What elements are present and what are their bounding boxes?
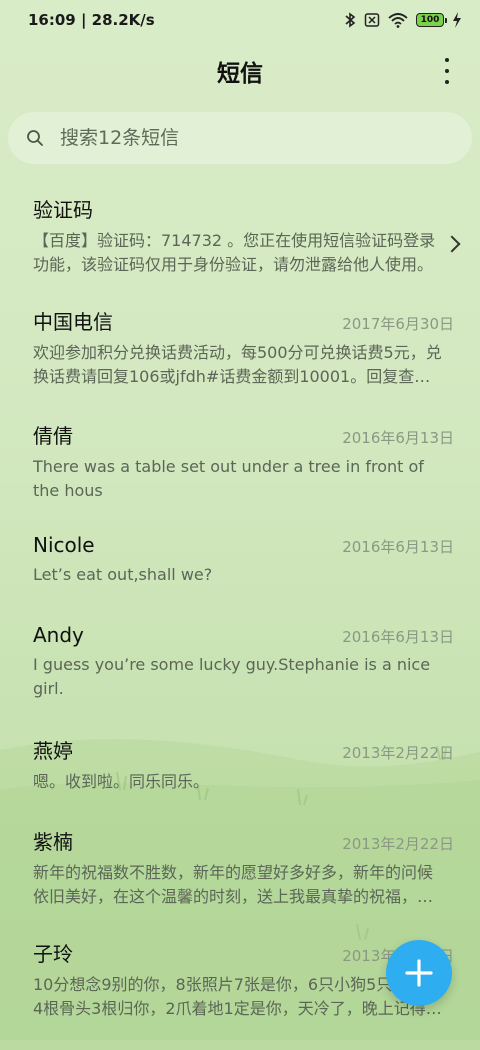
message-preview: Let’s eat out,shall we? xyxy=(33,565,213,584)
message-date: 2017年6月30日 xyxy=(342,315,454,333)
message-date: 2016年6月13日 xyxy=(342,429,454,447)
message-sender: 验证码 xyxy=(33,198,93,222)
new-message-button[interactable] xyxy=(386,940,452,1006)
message-preview: 【百度】验证码：714732 。您正在使用短信验证码登录功能，该验证码仅用于身份… xyxy=(33,231,436,274)
more-vertical-icon xyxy=(445,58,449,62)
message-sender: Andy xyxy=(33,623,84,647)
message-date: 2013年2月22日 xyxy=(342,835,454,853)
message-item-1[interactable]: 中国电信 2017年6月30日 欢迎参加积分兑换话费活动，每500分可兑换话费5… xyxy=(0,306,480,389)
message-preview: 嗯。收到啦。同乐同乐。 xyxy=(33,772,210,791)
message-sender: 燕婷 xyxy=(33,739,73,763)
wifi-icon xyxy=(388,13,408,28)
status-bar: 16:09 | 28.2K/s 100 xyxy=(0,0,480,40)
battery-icon: 100 xyxy=(416,13,447,27)
message-preview: 10分想念9别的你，8张照片7张是你，6只小狗5只像你，4根骨头3根归你，2爪着… xyxy=(33,975,442,1018)
sim-off-icon xyxy=(364,13,380,27)
message-date: 2013年2月22日 xyxy=(342,744,454,762)
message-item-3[interactable]: Nicole 2016年6月13日 Let’s eat out,shall we… xyxy=(0,533,480,587)
status-icons: 100 xyxy=(344,12,462,28)
page-title: 短信 xyxy=(217,61,263,87)
header: 短信 xyxy=(0,46,480,96)
more-options-button[interactable] xyxy=(442,58,452,84)
plus-icon xyxy=(405,959,433,987)
search-bar[interactable] xyxy=(8,112,472,164)
message-preview: 欢迎参加积分兑换话费活动，每500分可兑换话费5元，兑换话费请回复106或jfd… xyxy=(33,343,442,386)
message-sender: 中国电信 xyxy=(33,310,113,334)
search-icon xyxy=(27,130,43,146)
message-preview: There was a table set out under a tree i… xyxy=(33,457,424,500)
message-item-4[interactable]: Andy 2016年6月13日 I guess you’re some luck… xyxy=(0,623,480,701)
message-sender: Nicole xyxy=(33,533,95,557)
message-sender: 子玲 xyxy=(33,942,73,966)
message-sender: 紫楠 xyxy=(33,830,73,854)
message-date: 2016年6月13日 xyxy=(342,628,454,646)
message-sender: 倩倩 xyxy=(33,424,73,448)
message-item-6[interactable]: 紫楠 2013年2月22日 新年的祝福数不胜数，新年的愿望好多好多，新年的问候依… xyxy=(0,826,480,909)
battery-level: 100 xyxy=(420,15,440,25)
bluetooth-icon xyxy=(345,12,356,28)
message-preview: I guess you’re some lucky guy.Stephanie … xyxy=(33,655,431,698)
message-preview: 新年的祝福数不胜数，新年的愿望好多好多，新年的问候依旧美好，在这个温馨的时刻，送… xyxy=(33,863,434,906)
message-date: 2016年6月13日 xyxy=(342,538,454,556)
message-item-0[interactable]: 验证码 【百度】验证码：714732 。您正在使用短信验证码登录功能，该验证码仅… xyxy=(0,194,480,277)
message-item-2[interactable]: 倩倩 2016年6月13日 There was a table set out … xyxy=(0,420,480,503)
charging-icon xyxy=(453,12,461,28)
search-input[interactable] xyxy=(58,126,422,150)
chevron-right-icon[interactable] xyxy=(443,235,461,253)
message-item-5[interactable]: 燕婷 2013年2月22日 嗯。收到啦。同乐同乐。 xyxy=(0,735,480,794)
status-time-speed: 16:09 | 28.2K/s xyxy=(28,11,155,29)
